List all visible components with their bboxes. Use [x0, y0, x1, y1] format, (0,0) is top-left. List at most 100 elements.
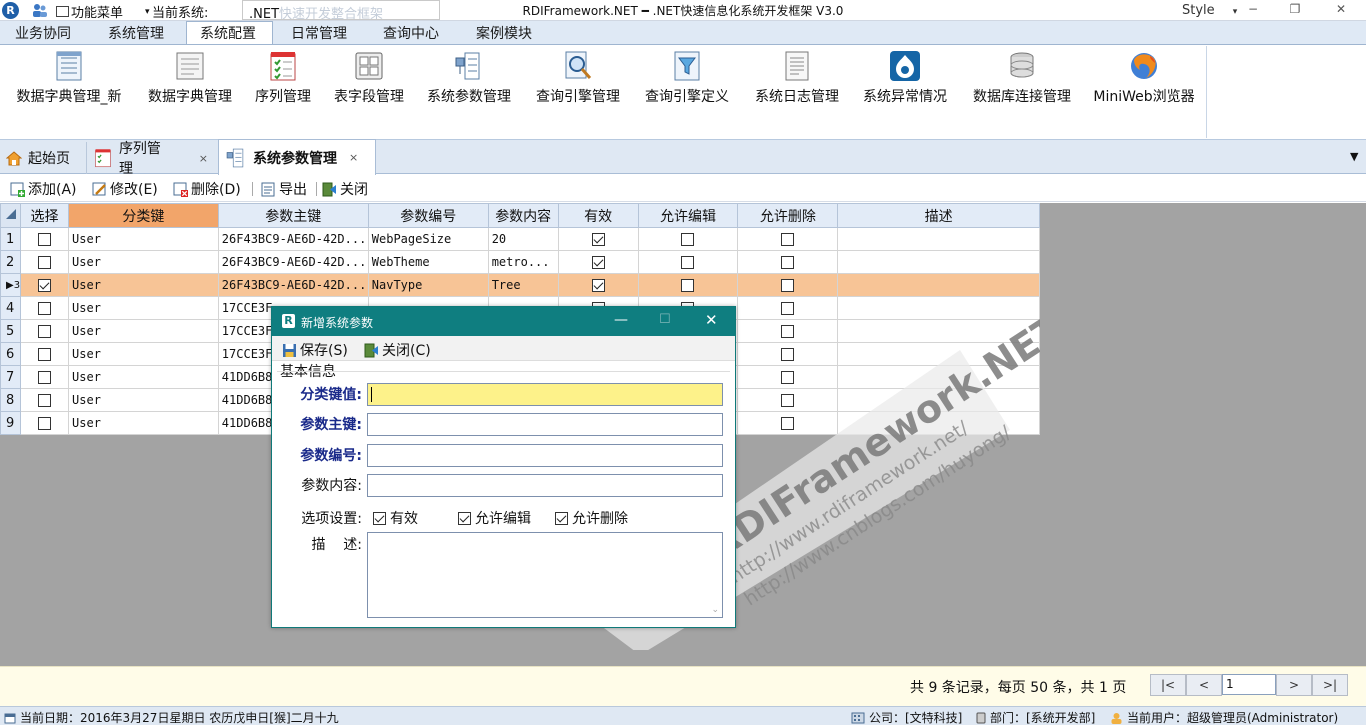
tab-sequence[interactable]: 序列管理 ×: [86, 141, 214, 177]
miniweb-browser-button[interactable]: MiniWeb浏览器: [1090, 47, 1198, 106]
cell-allow-delete-checkbox[interactable]: [737, 342, 839, 366]
close-button[interactable]: 关闭: [322, 179, 368, 199]
ribbon-tab-collab[interactable]: 业务协同: [15, 23, 71, 43]
dict-manage-new-button[interactable]: 数据字典管理_新: [8, 47, 130, 106]
row-number[interactable]: 5: [0, 319, 22, 343]
edit-button[interactable]: 修改(E): [92, 179, 158, 199]
ribbon-tab-daily[interactable]: 日常管理: [291, 23, 347, 43]
col-header-allow-delete[interactable]: 允许删除: [737, 203, 839, 228]
row-number[interactable]: 6: [0, 342, 22, 366]
cell-valid-checkbox[interactable]: [557, 250, 639, 274]
export-button[interactable]: 导出: [261, 179, 307, 199]
col-header-description[interactable]: 描述: [837, 203, 1040, 228]
save-label: 保存(S): [300, 343, 348, 359]
add-button[interactable]: 添加(A): [10, 179, 77, 199]
row-select-checkbox[interactable]: [20, 273, 70, 297]
row-number[interactable]: 9: [0, 411, 22, 435]
cell-allow-delete-checkbox[interactable]: [737, 250, 839, 274]
cell-allow-delete-checkbox[interactable]: [737, 319, 839, 343]
category-input[interactable]: [367, 383, 723, 406]
tab-start-page[interactable]: 起始页: [0, 142, 82, 174]
dialog-maximize-icon[interactable]: ☐: [659, 312, 671, 327]
row-number[interactable]: ▶3: [0, 273, 22, 297]
row-select-checkbox[interactable]: [20, 342, 70, 366]
description-textarea[interactable]: ⌄: [367, 532, 723, 618]
style-menu[interactable]: Style ▾: [1182, 3, 1237, 18]
cell-allow-delete-checkbox[interactable]: [737, 296, 839, 320]
row-select-checkbox[interactable]: [20, 365, 70, 389]
sys-log-manage-button[interactable]: 系统日志管理: [750, 47, 844, 106]
cell-allow-delete-checkbox[interactable]: [737, 411, 839, 435]
ribbon-tab-sysconfig[interactable]: 系统配置: [200, 23, 256, 43]
table-row[interactable]: 1 User 26F43BC9-AE6D-42D... WebPageSize 20: [0, 227, 1040, 251]
prev-page-button[interactable]: <: [1186, 674, 1222, 696]
scroll-down-icon[interactable]: ⌄: [711, 605, 719, 615]
col-header-category[interactable]: 分类键: [68, 203, 219, 228]
close-window-icon[interactable]: ✕: [1332, 2, 1350, 18]
delete-button[interactable]: 删除(D): [173, 179, 241, 199]
query-engine-define-button[interactable]: 查询引擎定义: [640, 47, 734, 106]
dialog-titlebar[interactable]: R 新增系统参数 — ☐ ✕: [272, 307, 735, 336]
tab-sys-param[interactable]: 系统参数管理 ×: [218, 139, 376, 175]
row-select-checkbox[interactable]: [20, 319, 70, 343]
cell-allow-delete-checkbox[interactable]: [737, 388, 839, 412]
row-number[interactable]: 7: [0, 365, 22, 389]
row-select-checkbox[interactable]: [20, 411, 70, 435]
tab-close-icon[interactable]: ×: [199, 152, 208, 165]
cell-allow-delete-checkbox[interactable]: [737, 365, 839, 389]
ribbon-minimize-icon[interactable]: −: [1244, 2, 1262, 18]
row-select-checkbox[interactable]: [20, 296, 70, 320]
db-connection-manage-button[interactable]: 数据库连接管理: [968, 47, 1076, 106]
sys-param-manage-button[interactable]: 系统参数管理: [422, 47, 516, 106]
cell-allow-edit-checkbox[interactable]: [637, 227, 739, 251]
ribbon-tab-cases[interactable]: 案例模块: [476, 23, 532, 43]
option-allow-delete-checkbox[interactable]: 允许删除: [555, 508, 628, 528]
row-select-checkbox[interactable]: [20, 250, 70, 274]
ribbon-tab-sysmgmt[interactable]: 系统管理: [108, 23, 164, 43]
grid-corner[interactable]: [0, 203, 22, 228]
building-icon: [851, 712, 865, 723]
row-number[interactable]: 2: [0, 250, 22, 274]
dialog-save-button[interactable]: 保存(S): [282, 340, 348, 360]
next-page-button[interactable]: >: [1276, 674, 1312, 696]
row-number[interactable]: 4: [0, 296, 22, 320]
cell-allow-edit-checkbox[interactable]: [637, 273, 739, 297]
cell-allow-edit-checkbox[interactable]: [637, 250, 739, 274]
cell-valid-checkbox[interactable]: [557, 273, 639, 297]
cell-allow-delete-checkbox[interactable]: [737, 227, 839, 251]
cell-allow-delete-checkbox[interactable]: [737, 273, 839, 297]
maximize-icon[interactable]: ❐: [1286, 2, 1304, 18]
col-header-param-content[interactable]: 参数内容: [487, 203, 559, 228]
dialog-minimize-icon[interactable]: —: [614, 312, 628, 328]
row-number[interactable]: 8: [0, 388, 22, 412]
col-header-param-key[interactable]: 参数主键: [217, 203, 369, 228]
col-header-allow-edit[interactable]: 允许编辑: [637, 203, 739, 228]
sequence-manage-button[interactable]: 序列管理: [251, 47, 315, 106]
option-valid-checkbox[interactable]: 有效: [373, 508, 418, 528]
param-code-input[interactable]: [367, 444, 723, 467]
ribbon-tab-query[interactable]: 查询中心: [383, 23, 439, 43]
query-engine-manage-button[interactable]: 查询引擎管理: [531, 47, 625, 106]
tab-close-icon[interactable]: ×: [349, 151, 358, 164]
sys-exception-button[interactable]: 系统异常情况: [858, 47, 952, 106]
table-row[interactable]: ▶3 User 26F43BC9-AE6D-42D... NavType Tree: [0, 273, 1040, 297]
first-page-button[interactable]: |<: [1150, 674, 1186, 696]
row-select-checkbox[interactable]: [20, 227, 70, 251]
table-row[interactable]: 2 User 26F43BC9-AE6D-42D... WebTheme metro..…: [0, 250, 1040, 274]
param-content-input[interactable]: [367, 474, 723, 497]
cell-valid-checkbox[interactable]: [557, 227, 639, 251]
row-number[interactable]: 1: [0, 227, 22, 251]
tabs-dropdown-icon[interactable]: ▼: [1350, 150, 1358, 163]
col-header-param-code[interactable]: 参数编号: [367, 203, 489, 228]
dict-manage-button[interactable]: 数据字典管理: [143, 47, 237, 106]
dialog-close-icon[interactable]: ✕: [705, 311, 718, 329]
col-header-select[interactable]: 选择: [20, 203, 70, 228]
option-allow-edit-checkbox[interactable]: 允许编辑: [458, 508, 531, 528]
param-key-input[interactable]: [367, 413, 723, 436]
table-field-manage-button[interactable]: 表字段管理: [330, 47, 408, 106]
col-header-valid[interactable]: 有效: [557, 203, 639, 228]
row-select-checkbox[interactable]: [20, 388, 70, 412]
dialog-close-button[interactable]: 关闭(C): [364, 340, 431, 360]
last-page-button[interactable]: >|: [1312, 674, 1348, 696]
page-number-input[interactable]: 1: [1222, 674, 1276, 695]
